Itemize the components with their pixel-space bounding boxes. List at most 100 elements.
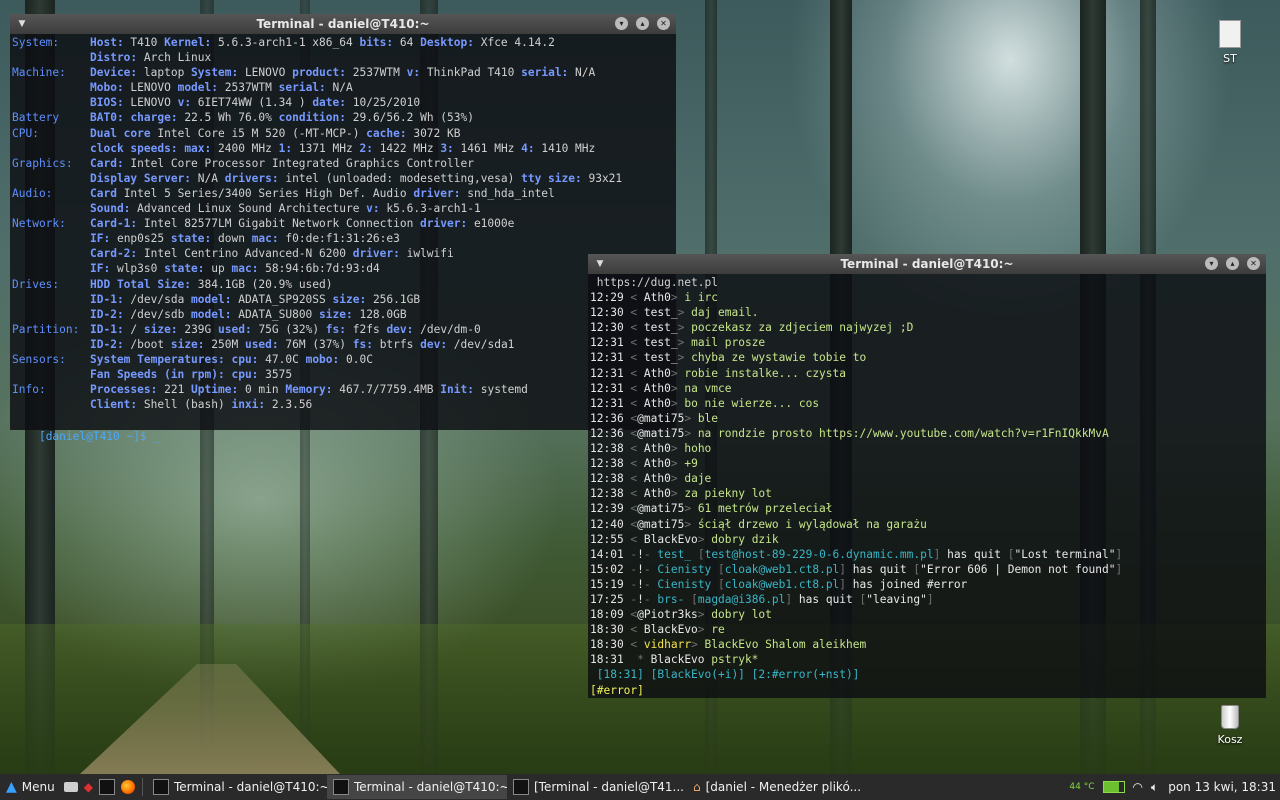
wifi-icon[interactable]: ◠: [1133, 780, 1143, 794]
irc-segment: pstryk*: [704, 653, 759, 667]
irc-segment: <: [623, 426, 638, 440]
irc-segment: ]: [933, 547, 948, 561]
launcher-app[interactable]: ◆: [81, 775, 96, 799]
inxi-value: snd_hda_intel: [460, 186, 555, 200]
irc-line: 12:31 < test_> chyba ze wystawie tobie t…: [590, 350, 1264, 365]
inxi-category: Drives:: [12, 277, 60, 291]
irc-line: 18:30 < vidharr> BlackEvo Shalom aleikhe…: [590, 637, 1264, 652]
irc-segment: 18:31: [590, 653, 624, 667]
irc-segment: 18:09: [590, 608, 624, 622]
task-terminal-2[interactable]: Terminal - daniel@T410:~: [326, 775, 507, 799]
irc-segment: Ath0: [643, 472, 671, 486]
irc-line: 14:01 -!- test_ [test@host-89-229-0-6.dy…: [590, 547, 1264, 562]
launcher-terminal[interactable]: [96, 775, 118, 799]
irc-segment: >: [697, 623, 712, 637]
inxi-key: 3:: [440, 141, 454, 155]
window-title: Terminal - daniel@T410:~: [840, 257, 1014, 271]
task-terminal-1[interactable]: Terminal - daniel@T410:~: [147, 775, 327, 799]
irc-line: 12:38 < Ath0> za piekny lot: [590, 486, 1264, 501]
irc-segment: mail prosze: [691, 336, 766, 350]
inxi-key: Init:: [440, 383, 474, 397]
inxi-key: cpu:: [231, 352, 259, 366]
inxi-value: /dev/sdb: [123, 307, 192, 321]
minimize-icon[interactable]: ▾: [615, 17, 628, 30]
battery-icon[interactable]: [1102, 781, 1125, 793]
inxi-value: 22.5 Wh 76.0%: [177, 111, 279, 125]
irc-segment: 12:40: [590, 517, 624, 531]
minimize-icon[interactable]: ▾: [1205, 257, 1218, 270]
inxi-key: driver:: [352, 247, 400, 261]
terminal-icon: [512, 779, 529, 795]
inxi-value: Advanced Linux Sound Architecture: [130, 202, 367, 216]
irc-segment: Ath0: [643, 291, 671, 305]
maximize-icon[interactable]: ▴: [1226, 257, 1239, 270]
inxi-key: Distro:: [90, 51, 138, 65]
terminal-window-inxi[interactable]: ▼ Terminal - daniel@T410:~ ▾ ▴ ✕ System:…: [10, 14, 676, 443]
inxi-value: k5.6.3-arch1-1: [379, 202, 481, 216]
desktop-icon-trash[interactable]: Kosz: [1208, 705, 1252, 746]
inxi-value: laptop: [137, 66, 192, 80]
irc-segment: test@host-89-229-0-6.dynamic.mm.pl: [704, 547, 934, 561]
launcher-file-manager[interactable]: [61, 775, 81, 799]
window-titlebar[interactable]: ▼ Terminal - daniel@T410:~ ▾ ▴ ✕: [10, 14, 676, 34]
irc-segment: 12:36: [590, 411, 624, 425]
launcher-firefox[interactable]: [118, 775, 138, 799]
irc-segment: ściął drzewo i wylądował na garażu: [697, 517, 927, 531]
volume-icon[interactable]: 🔈︎: [1151, 780, 1158, 795]
irc-segment: ]: [926, 592, 934, 606]
irc-segment: daje: [684, 472, 712, 486]
irc-segment: test_: [643, 306, 678, 320]
inxi-key: BAT0:: [90, 111, 124, 125]
inxi-category: Battery: [12, 111, 60, 125]
inxi-key: mac:: [251, 232, 279, 246]
terminal-icon: [98, 779, 115, 795]
irc-segment: dobry dzik: [711, 532, 779, 546]
inxi-key: Card:: [90, 156, 124, 170]
terminal-window-irc[interactable]: ▼ Terminal - daniel@T410:~ ▾ ▴ ✕ https:/…: [588, 254, 1266, 698]
clock[interactable]: pon 13 kwi, 18:31: [1168, 780, 1276, 794]
inxi-key: v:: [406, 66, 421, 80]
window-titlebar[interactable]: ▼ Terminal - daniel@T410:~ ▾ ▴ ✕: [588, 254, 1266, 274]
inxi-value: 75G (32%): [251, 322, 326, 336]
irc-segment: >: [670, 291, 685, 305]
terminal-output[interactable]: System: Host: T410 Kernel: 5.6.3-arch1-1 …: [10, 34, 676, 413]
irc-segment: <: [623, 306, 644, 320]
inxi-value: 0 min: [238, 383, 286, 397]
desktop-icon-st[interactable]: ST: [1212, 20, 1248, 65]
shell-prompt[interactable]: [daniel@T410 ~]$ _: [39, 430, 160, 443]
irc-segment: <: [623, 638, 644, 652]
inxi-value: f0:de:f1:31:26:e3: [278, 232, 400, 246]
close-icon[interactable]: ✕: [1247, 257, 1260, 270]
irc-segment: <: [623, 442, 644, 456]
inxi-value: Shell (bash): [137, 398, 232, 412]
irc-segment: za piekny lot: [684, 487, 772, 501]
window-menu-icon[interactable]: ▼: [594, 258, 606, 270]
inxi-line: Sensors: System Temperatures: cpu: 47.0C …: [12, 352, 674, 367]
inxi-key: Desktop:: [420, 36, 474, 49]
inxi-value: LENOVO: [123, 81, 178, 95]
taskbar-separator: [141, 778, 143, 796]
inxi-value: 2537WTM: [218, 81, 279, 95]
task-file-manager[interactable]: ⌂ [daniel - Menedżer plikó...: [687, 775, 867, 799]
irc-line: 12:31 < test_> mail prosze: [590, 335, 1264, 350]
irc-segment: 12:31: [590, 396, 624, 410]
home-folder-icon: ⌂: [692, 780, 701, 794]
inxi-key: product:: [292, 66, 346, 80]
irc-segment: <: [623, 366, 644, 380]
irc-segment: >: [670, 366, 685, 380]
irc-segment: <: [623, 623, 644, 637]
menu-icon: ▲: [6, 779, 17, 795]
window-menu-icon[interactable]: ▼: [16, 18, 28, 30]
inxi-line: Mobo: LENOVO model: 2537WTM serial: N/A: [12, 80, 674, 95]
menu-button[interactable]: ▲ Menu: [0, 775, 61, 799]
task-terminal-3[interactable]: [Terminal - daniel@T41...: [507, 775, 687, 799]
inxi-key: date:: [312, 96, 346, 110]
inxi-value: 2.3.56: [265, 398, 313, 412]
inxi-category: Info:: [12, 383, 46, 397]
inxi-value: T410: [123, 36, 165, 49]
inxi-value: [225, 367, 232, 382]
maximize-icon[interactable]: ▴: [636, 17, 649, 30]
close-icon[interactable]: ✕: [657, 17, 670, 30]
irc-chat-log[interactable]: https://dug.net.pl 12:29 < Ath0> i irc 12:…: [588, 274, 1266, 699]
inxi-key: 4:: [521, 141, 535, 155]
